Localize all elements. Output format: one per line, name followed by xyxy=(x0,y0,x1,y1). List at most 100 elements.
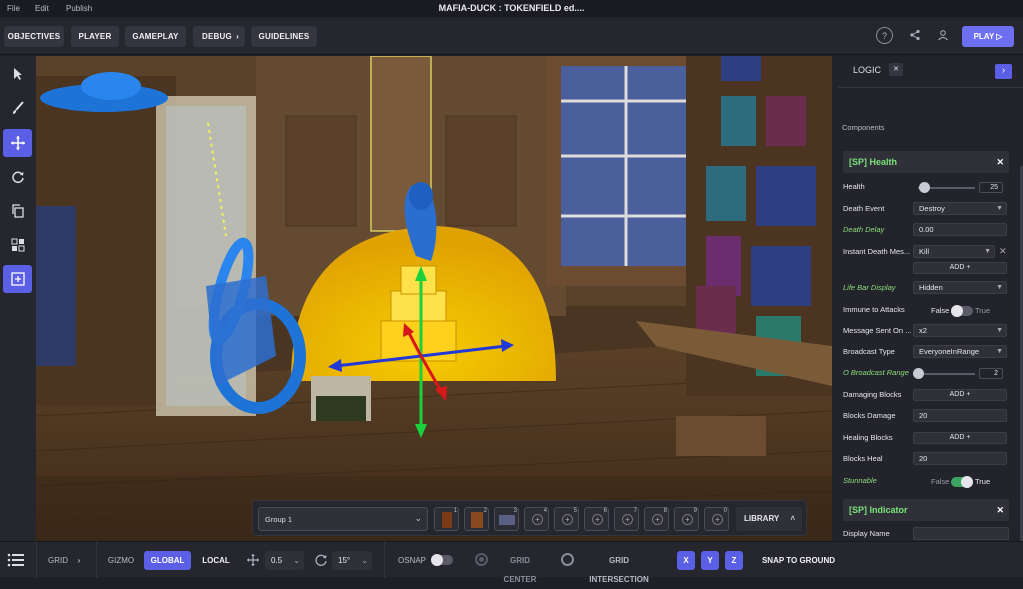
immune-toggle[interactable] xyxy=(951,305,973,317)
radio-dot xyxy=(479,557,484,562)
move-tool-icon[interactable] xyxy=(3,129,32,157)
tab-gameplay[interactable]: GAMEPLAY xyxy=(125,26,186,47)
close-icon[interactable]: ✕ xyxy=(889,63,903,76)
inventory-slot-6[interactable]: +6 xyxy=(584,507,609,531)
add-circle-icon: + xyxy=(562,514,573,525)
menu-edit[interactable]: Edit xyxy=(35,4,49,13)
add-object-icon[interactable] xyxy=(3,265,32,293)
group-blocks-icon[interactable] xyxy=(3,231,32,259)
axis-x-button[interactable]: X xyxy=(677,551,695,570)
tab-debug[interactable]: DEBUG › xyxy=(193,26,245,47)
library-button[interactable]: LIBRARY ˄ xyxy=(736,507,802,531)
chevron-right-icon[interactable]: › xyxy=(74,551,84,570)
group-select[interactable]: Group 1 ⌄ xyxy=(258,507,428,531)
left-toolbar xyxy=(0,56,36,541)
close-icon[interactable]: ✕ xyxy=(996,151,1004,173)
inventory-slot-9[interactable]: +9 xyxy=(674,507,699,531)
chevron-up-icon: ˄ xyxy=(790,514,795,523)
rotate-snap-select[interactable]: 15° ⌄ xyxy=(332,551,372,570)
health-value[interactable]: 25 xyxy=(979,182,1003,193)
broadcast-type-value: EveryoneInRange xyxy=(919,347,980,356)
inventory-slot-3[interactable]: 3 xyxy=(494,507,519,531)
share-icon[interactable] xyxy=(905,26,924,45)
tab-logic[interactable]: LOGIC xyxy=(853,65,881,75)
menu-publish[interactable]: Publish xyxy=(66,4,92,13)
select-cursor-icon[interactable] xyxy=(3,60,32,88)
axis-z-button[interactable]: Z xyxy=(725,551,743,570)
health-component-header[interactable]: [SP] Health ✕ xyxy=(843,151,1009,173)
broadcast-type-select[interactable]: EveryoneInRange ▼ xyxy=(913,345,1007,358)
dropdown-arrow-icon: ▼ xyxy=(996,284,1003,291)
message-sent-value: x2 xyxy=(919,326,927,335)
tab-objectives[interactable]: OBJECTIVES xyxy=(4,26,64,47)
inventory-slot-7[interactable]: +7 xyxy=(614,507,639,531)
add-circle-icon: + xyxy=(712,514,723,525)
axis-y-button[interactable]: Y xyxy=(701,551,719,570)
osnap-toggle[interactable] xyxy=(431,554,453,566)
add-message-button[interactable]: ADD + xyxy=(913,262,1007,274)
life-bar-select[interactable]: Hidden ▼ xyxy=(913,281,1007,294)
blocks-heal-input[interactable]: 20 xyxy=(913,452,1007,465)
divider xyxy=(838,87,1023,88)
snap-to-ground-button[interactable]: SNAP TO GROUND xyxy=(757,551,840,570)
duplicate-icon[interactable] xyxy=(3,197,32,225)
slot-number: 2 xyxy=(483,508,487,514)
rotate-snap-value: 15° xyxy=(338,556,351,565)
slot-number: 9 xyxy=(693,508,697,514)
move-snap-select[interactable]: 0.5 ⌄ xyxy=(265,551,304,570)
immune-true-label: True xyxy=(975,306,991,315)
death-event-select[interactable]: Destroy ▼ xyxy=(913,202,1007,215)
local-button[interactable]: LOCAL xyxy=(196,551,236,570)
inventory-slot-5[interactable]: +5 xyxy=(554,507,579,531)
broadcast-range-knob[interactable] xyxy=(912,368,924,379)
paint-brush-icon[interactable] xyxy=(3,94,32,122)
inventory-slot-4[interactable]: +4 xyxy=(524,507,549,531)
tab-player[interactable]: PLAYER xyxy=(71,26,119,47)
message-sent-select[interactable]: x2 ▼ xyxy=(913,324,1007,337)
global-button[interactable]: GLOBAL xyxy=(144,551,191,570)
add-circle-icon: + xyxy=(622,514,633,525)
stunnable-toggle[interactable] xyxy=(951,476,973,488)
remove-icon[interactable]: ✕ xyxy=(999,246,1007,257)
scene-viewport[interactable] xyxy=(36,56,832,541)
inventory-slot-1[interactable]: 1 xyxy=(434,507,459,531)
grid-center-label[interactable]: GRID CENTER xyxy=(494,551,546,584)
tab-guidelines[interactable]: GUIDELINES xyxy=(251,26,317,47)
grid-label[interactable]: GRID xyxy=(48,551,68,570)
indicator-component-header[interactable]: [SP] Indicator ✕ xyxy=(843,499,1009,521)
grid-center-radio[interactable] xyxy=(475,553,488,566)
grid-intersection-label[interactable]: GRID INTERSECTION xyxy=(580,551,658,584)
menu-list-icon[interactable] xyxy=(7,552,25,568)
rotate-tool-icon[interactable] xyxy=(3,163,32,191)
slot-number: 0 xyxy=(723,508,727,514)
display-name-input[interactable] xyxy=(913,527,1009,540)
play-button[interactable]: PLAY ▷ xyxy=(962,26,1014,47)
instant-death-value: Kill xyxy=(919,247,930,256)
inventory-slot-2[interactable]: 2 xyxy=(464,507,489,531)
life-bar-value: Hidden xyxy=(919,283,943,292)
collapse-panel-icon[interactable]: › xyxy=(995,64,1012,79)
dropdown-arrow-icon: ▼ xyxy=(996,348,1003,355)
death-delay-input[interactable]: 0.00 xyxy=(913,223,1007,236)
inventory-slot-8[interactable]: +8 xyxy=(644,507,669,531)
divider xyxy=(36,542,37,578)
slot-number: 4 xyxy=(543,508,547,514)
grid-intersection-radio[interactable] xyxy=(561,553,574,566)
blocks-damage-input[interactable]: 20 xyxy=(913,409,1007,422)
inventory-slot-0[interactable]: +0 xyxy=(704,507,729,531)
user-icon[interactable] xyxy=(933,26,952,45)
add-damaging-block-button[interactable]: ADD + xyxy=(913,389,1007,401)
chevron-down-icon: ⌄ xyxy=(414,513,422,523)
scene-render xyxy=(36,56,832,541)
help-icon[interactable]: ? xyxy=(876,27,893,44)
add-healing-block-button[interactable]: ADD + xyxy=(913,432,1007,444)
instant-death-select[interactable]: Kill ▼ xyxy=(913,245,995,258)
chevron-down-icon: ⌄ xyxy=(293,556,300,565)
menu-file[interactable]: File xyxy=(7,4,20,13)
close-icon[interactable]: ✕ xyxy=(996,499,1004,521)
dropdown-arrow-icon: ▼ xyxy=(996,205,1003,212)
broadcast-range-value[interactable]: 2 xyxy=(979,368,1003,379)
bottom-toolbar: GRID › GIZMO GLOBAL LOCAL 0.5 ⌄ 15° ⌄ OS… xyxy=(0,541,1023,584)
death-event-value: Destroy xyxy=(919,204,945,213)
rotate-snap-icon xyxy=(314,553,328,567)
